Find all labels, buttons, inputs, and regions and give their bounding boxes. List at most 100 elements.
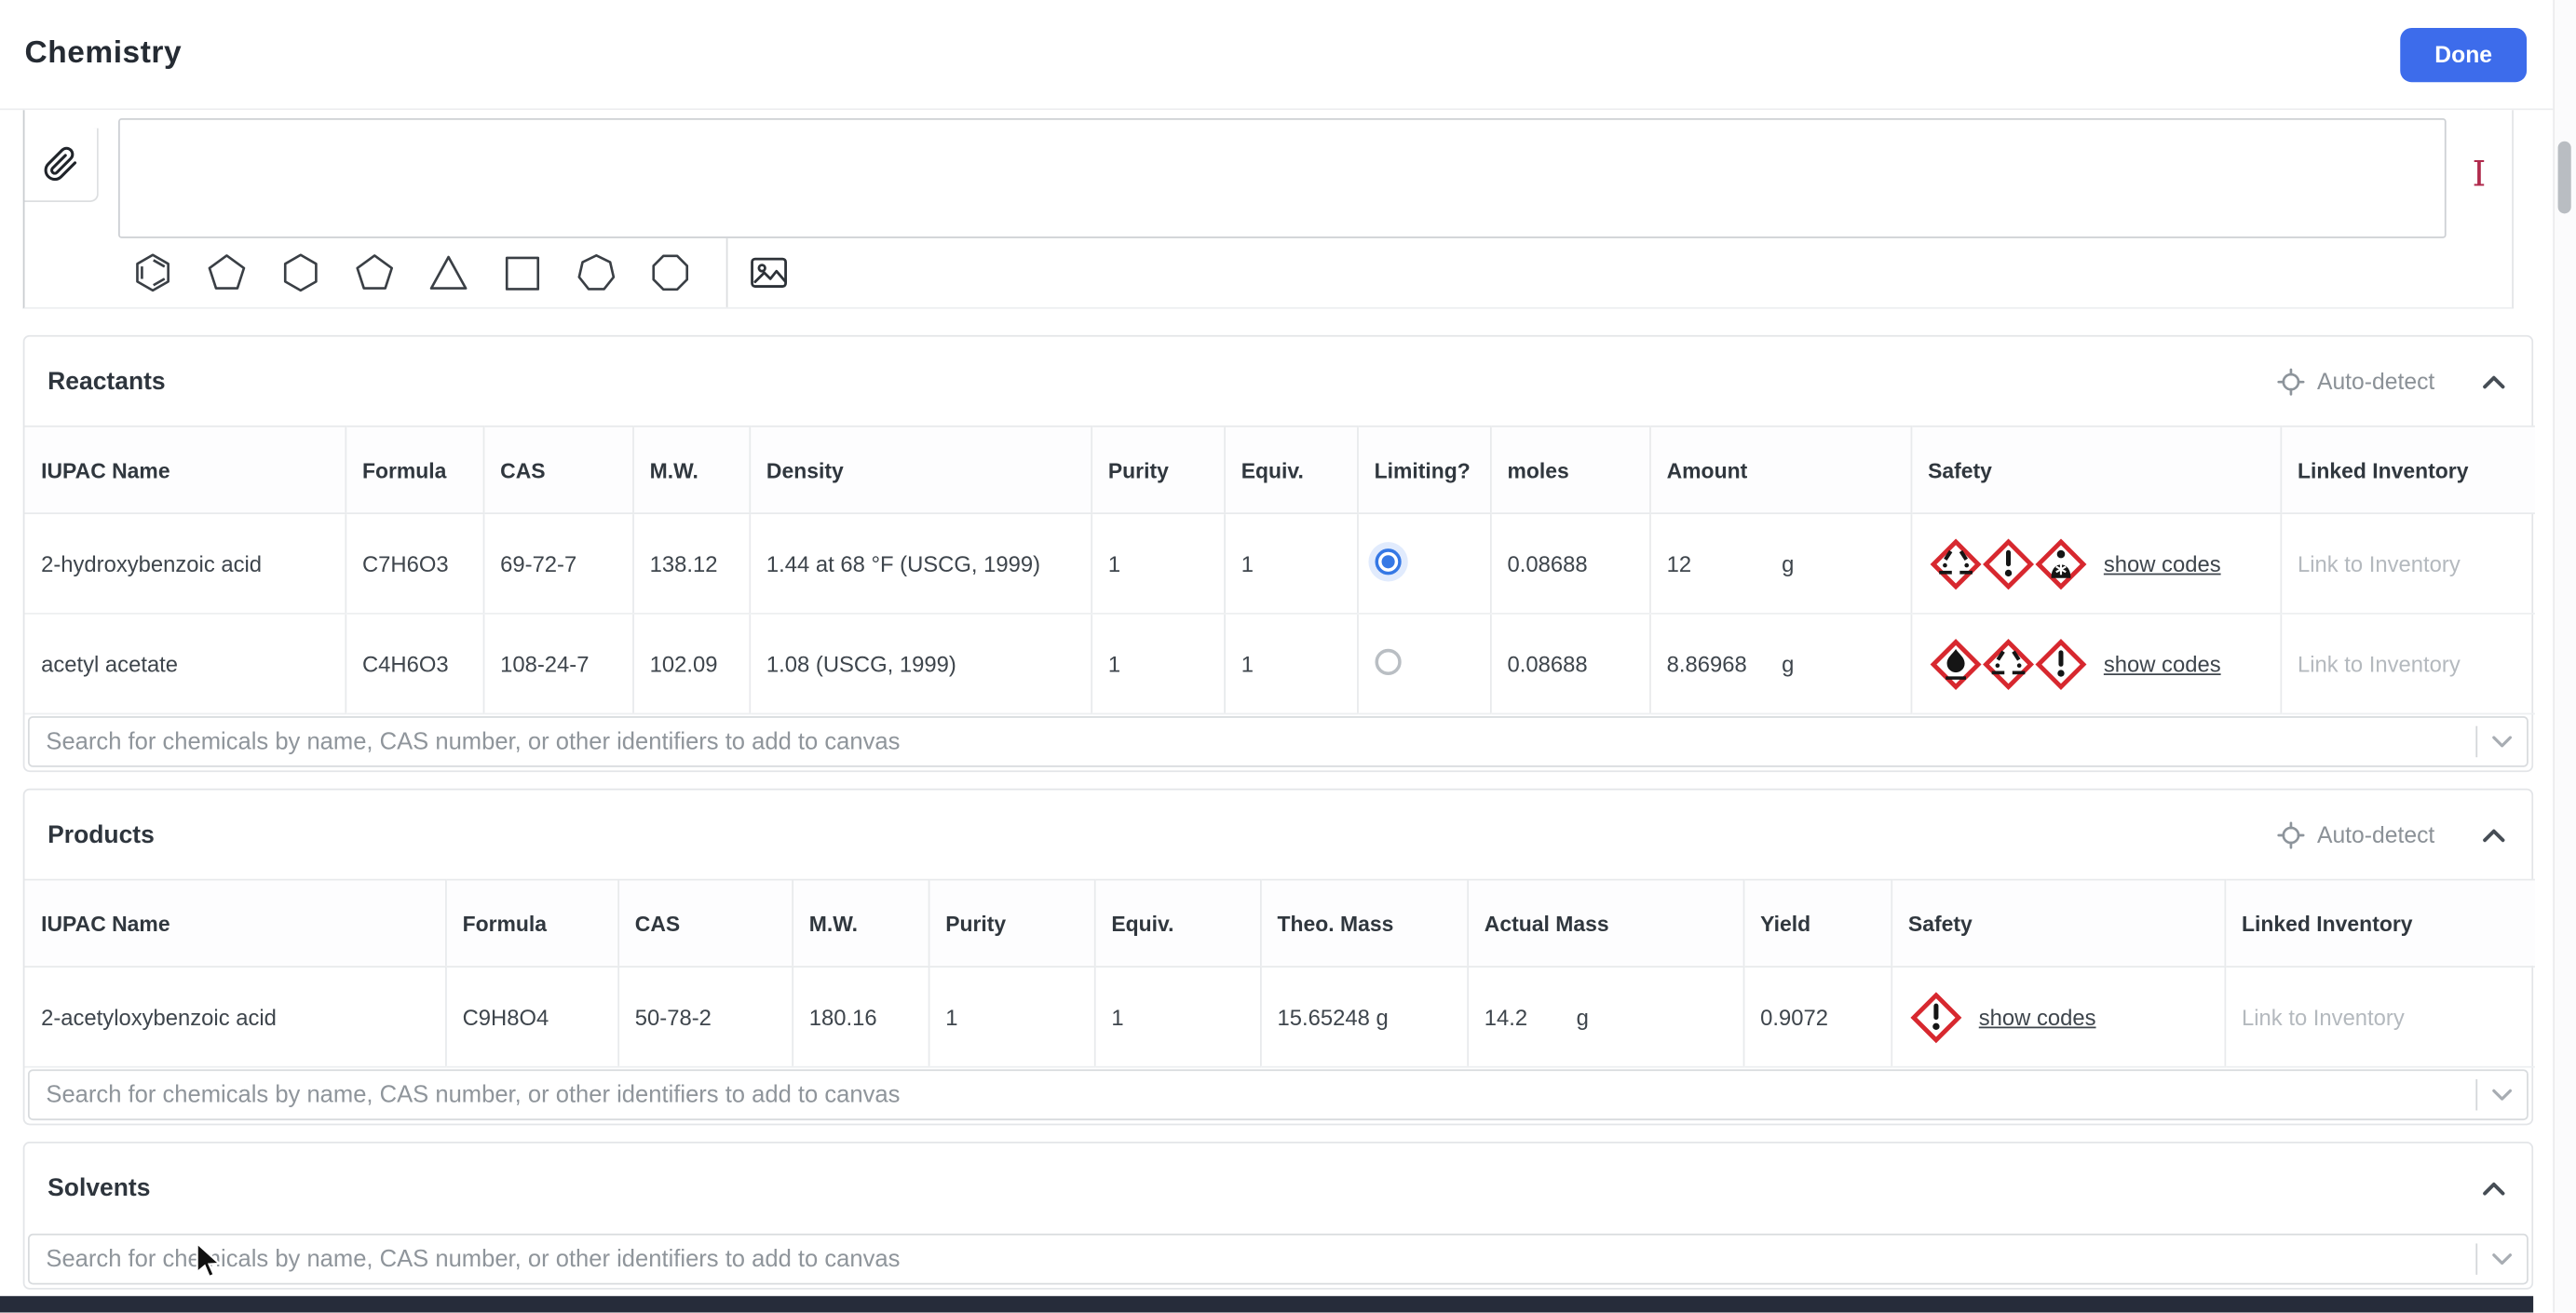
chevron-up-icon xyxy=(2483,1182,2505,1195)
col-cas: CAS xyxy=(481,425,633,515)
solvents-title: Solvents xyxy=(47,1173,151,1202)
products-title: Products xyxy=(47,820,155,849)
cyclopentadiene-icon xyxy=(208,254,246,290)
amount-value[interactable]: 12 xyxy=(1667,551,1762,575)
products-search-combobox[interactable]: Search for chemicals by name, CAS number… xyxy=(27,1069,2529,1121)
combobox-caret[interactable] xyxy=(2477,1253,2527,1266)
cycloheptane-ring-tool[interactable] xyxy=(574,250,619,295)
benzene-icon xyxy=(136,253,169,292)
reactants-collapse-button[interactable] xyxy=(2479,371,2509,392)
cell-linked-inventory: Link to Inventory xyxy=(2279,613,2535,715)
amount-unit[interactable]: g xyxy=(1782,651,1794,675)
scrollbar-thumb[interactable] xyxy=(2557,141,2571,214)
benzene-ring-tool[interactable] xyxy=(129,250,175,295)
col-linked-inventory: Linked Inventory xyxy=(2279,425,2535,515)
link-to-inventory[interactable]: Link to Inventory xyxy=(2242,1005,2405,1029)
solvents-collapse-button[interactable] xyxy=(2479,1177,2509,1198)
show-codes-link[interactable]: show codes xyxy=(2104,651,2221,675)
cyclooctane-icon xyxy=(652,254,689,291)
amount-unit[interactable]: g xyxy=(1782,551,1794,575)
link-to-inventory[interactable]: Link to Inventory xyxy=(2298,651,2461,675)
show-codes-link[interactable]: show codes xyxy=(2104,551,2221,575)
ghs-corrosion-icon xyxy=(1982,638,2034,690)
cyclopentadiene-ring-tool[interactable] xyxy=(204,250,250,295)
paperclip-icon xyxy=(44,146,77,182)
reactants-header: Reactants Auto-detect xyxy=(24,337,2531,426)
cell-iupac: 2-acetyloxybenzoic acid xyxy=(24,967,446,1068)
limiting-radio[interactable] xyxy=(1374,647,1401,675)
solvents-section: Solvents Search for chemicals by name, C… xyxy=(22,1142,2534,1290)
cell-safety: show codes xyxy=(1909,513,2281,615)
target-icon xyxy=(2278,367,2306,395)
solvents-search-combobox[interactable]: Search for chemicals by name, CAS number… xyxy=(27,1233,2529,1285)
products-autodetect-button[interactable]: Auto-detect xyxy=(2278,820,2434,848)
limiting-radio[interactable] xyxy=(1374,548,1401,575)
col-equiv: Equiv. xyxy=(1092,878,1261,968)
chevron-down-icon xyxy=(2492,1253,2513,1266)
chevron-down-icon xyxy=(2492,736,2513,748)
cell-purity[interactable]: 1 xyxy=(1090,613,1225,715)
cell-mw: 138.12 xyxy=(631,513,750,615)
ghs-exclamation-icon xyxy=(2034,638,2086,690)
cell-linked-inventory: Link to Inventory xyxy=(2223,967,2535,1068)
col-linked-inventory: Linked Inventory xyxy=(2223,878,2535,968)
col-iupac-name: IUPAC Name xyxy=(24,425,346,515)
bottom-bar xyxy=(0,1295,2534,1313)
reactants-autodetect-button[interactable]: Auto-detect xyxy=(2278,367,2434,395)
ghs-exclamation-icon xyxy=(1982,537,2034,589)
cell-moles[interactable]: 0.08688 xyxy=(1489,513,1650,615)
ring-tools-group xyxy=(24,237,728,307)
cyclohexane-ring-tool[interactable] xyxy=(278,250,323,295)
cyclobutane-ring-tool[interactable] xyxy=(499,250,545,295)
chemistry-page: Chemistry Done I Reactants Auto-detect I… xyxy=(0,0,2576,1313)
col-safety: Safety xyxy=(1909,425,2281,515)
cell-mw: 102.09 xyxy=(631,613,750,715)
cyclopentane-ring-tool[interactable] xyxy=(352,250,398,295)
amount-value[interactable]: 8.86968 xyxy=(1667,651,1762,675)
cyclooctane-ring-tool[interactable] xyxy=(647,250,693,295)
products-collapse-button[interactable] xyxy=(2479,824,2509,846)
col-yield: Yield xyxy=(1742,878,1891,968)
cell-equiv[interactable]: 1 xyxy=(1092,967,1261,1068)
actual-mass-value[interactable]: 14.2 xyxy=(1485,1005,1557,1029)
cell-moles[interactable]: 0.08688 xyxy=(1489,613,1650,715)
reactants-search-placeholder: Search for chemicals by name, CAS number… xyxy=(46,728,901,755)
col-density: Density xyxy=(748,425,1091,515)
col-theo-mass: Theo. Mass xyxy=(1259,878,1468,968)
cell-amount: 8.86968 g xyxy=(1648,613,1911,715)
sketcher-toolbar xyxy=(24,237,2512,307)
molecule-sketcher: I xyxy=(22,110,2514,309)
cell-yield: 0.9072 xyxy=(1742,967,1891,1068)
cyclopropane-ring-tool[interactable] xyxy=(426,250,471,295)
done-button[interactable]: Done xyxy=(2400,27,2528,82)
col-formula: Formula xyxy=(344,425,483,515)
col-safety: Safety xyxy=(1890,878,2225,968)
cell-actual-mass: 14.2 g xyxy=(1466,967,1743,1068)
reactants-table: IUPAC Name Formula CAS M.W. Density Puri… xyxy=(24,425,2535,715)
chevron-down-icon xyxy=(2492,1089,2513,1101)
cell-iupac: 2-hydroxybenzoic acid xyxy=(24,513,346,615)
actual-mass-unit[interactable]: g xyxy=(1577,1005,1589,1029)
cell-equiv[interactable]: 1 xyxy=(1223,613,1358,715)
cell-density: 1.08 (USCG, 1999) xyxy=(748,613,1091,715)
chevron-up-icon xyxy=(2483,374,2505,388)
link-to-inventory[interactable]: Link to Inventory xyxy=(2298,551,2461,575)
insert-image-button[interactable] xyxy=(748,251,791,294)
combobox-caret[interactable] xyxy=(2477,1089,2527,1101)
cyclohexane-icon xyxy=(283,253,318,292)
cell-cas: 50-78-2 xyxy=(617,967,793,1068)
combobox-caret[interactable] xyxy=(2477,736,2527,748)
cell-mw: 180.16 xyxy=(791,967,929,1068)
cell-equiv[interactable]: 1 xyxy=(1223,513,1358,615)
attach-structure-button[interactable] xyxy=(24,128,99,202)
reactants-search-combobox[interactable]: Search for chemicals by name, CAS number… xyxy=(27,716,2529,767)
reactant-row: acetyl acetate C4H6O3 108-24-7 102.09 1.… xyxy=(24,613,2535,715)
cell-limiting xyxy=(1356,613,1490,715)
col-iupac-name: IUPAC Name xyxy=(24,878,446,968)
reactants-title: Reactants xyxy=(47,367,166,396)
cell-purity[interactable]: 1 xyxy=(1090,513,1225,615)
structure-canvas[interactable] xyxy=(118,118,2447,238)
show-codes-link[interactable]: show codes xyxy=(1979,1005,2096,1029)
scrollbar-track[interactable] xyxy=(2553,0,2576,1313)
cell-purity[interactable]: 1 xyxy=(927,967,1094,1068)
